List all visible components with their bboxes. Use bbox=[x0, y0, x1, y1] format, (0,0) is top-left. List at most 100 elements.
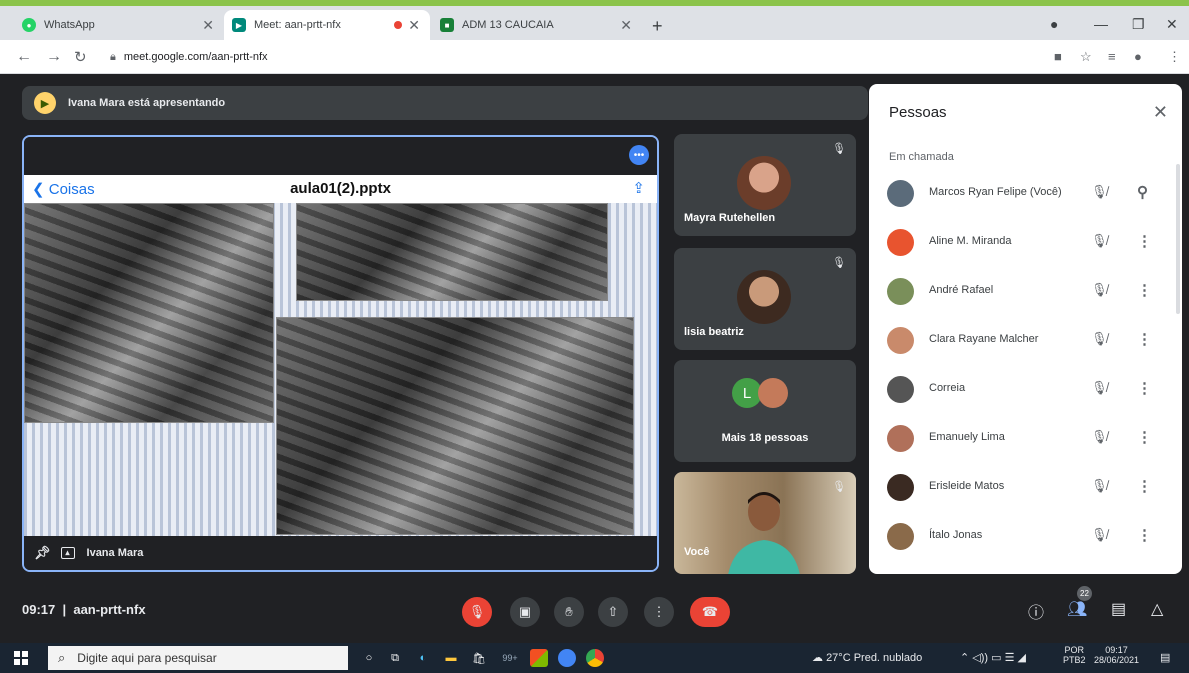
search-placeholder: Digite aqui para pesquisar bbox=[77, 651, 217, 665]
mic-off-icon[interactable]: 🎙︎̸ bbox=[1091, 527, 1108, 543]
browser-menu-icon[interactable]: ⋮ bbox=[1168, 49, 1181, 65]
leave-call-button[interactable]: ☎︎ bbox=[690, 597, 730, 627]
restore-icon[interactable]: ❐ bbox=[1132, 16, 1145, 33]
more-options-icon[interactable]: ⋮ bbox=[1137, 428, 1152, 446]
slide-content bbox=[24, 203, 657, 538]
cortana-icon[interactable]: ○ bbox=[360, 649, 378, 667]
search-icon: ⌕ bbox=[58, 650, 66, 665]
windows-taskbar: ⌕ Digite aqui para pesquisar ○ ⧉ ◐ ▬ 🛍︎ … bbox=[0, 643, 1189, 673]
more-people-tile[interactable]: L Mais 18 pessoas bbox=[674, 360, 856, 462]
participant-row[interactable]: Aline M. Miranda 🎙︎̸ ⋮ bbox=[869, 219, 1182, 267]
participant-row[interactable]: Ítalo Jonas 🎙︎̸ ⋮ bbox=[869, 513, 1182, 561]
close-tab-icon[interactable]: ✕ bbox=[408, 17, 420, 34]
more-people-label: Mais 18 pessoas bbox=[721, 432, 809, 444]
more-options-icon[interactable]: ⋮ bbox=[1137, 281, 1152, 299]
mic-toggle-button[interactable]: 🎙︎ bbox=[462, 597, 492, 627]
more-options-icon[interactable]: ⋮ bbox=[1137, 379, 1152, 397]
edge-icon[interactable]: ◐ bbox=[414, 649, 432, 667]
windows-start-icon[interactable] bbox=[14, 651, 28, 665]
minimize-icon[interactable]: — bbox=[1094, 16, 1108, 32]
participant-tile-mayra[interactable]: 🎙︎ Mayra Rutehellen bbox=[674, 134, 856, 236]
participant-row[interactable]: Marcos Ryan Felipe (Você) 🎙︎̸ ⚲ bbox=[869, 170, 1182, 218]
forward-arrow-icon[interactable]: → bbox=[46, 48, 62, 66]
more-options-icon[interactable]: ⋮ bbox=[1137, 526, 1152, 544]
url-field[interactable]: 🔒︎ meet.google.com/aan-prtt-nfx bbox=[110, 51, 268, 64]
task-view-icon[interactable]: ⧉ bbox=[386, 649, 404, 667]
close-tab-icon[interactable]: ✕ bbox=[202, 17, 214, 34]
mic-off-icon[interactable]: 🎙︎̸ bbox=[1091, 282, 1108, 298]
presenting-text: Ivana Mara está apresentando bbox=[68, 97, 226, 109]
mic-off-icon[interactable]: 🎙︎̸ bbox=[1091, 380, 1108, 396]
participant-row[interactable]: André Rafael 🎙︎̸ ⋮ bbox=[869, 268, 1182, 316]
system-tray-icons[interactable]: ⌃ ◁)) ▭ ☰ ◢ bbox=[960, 651, 1026, 664]
meet-controls-bar: 09:17 | aan-prtt-nfx 🎙︎ ▣ ✋︎ ⇧ ⋮ ☎︎ ⓘ 👥︎… bbox=[0, 585, 1189, 637]
close-tab-icon[interactable]: ✕ bbox=[620, 17, 632, 34]
tab-title: Meet: aan-prtt-nfx bbox=[254, 19, 341, 31]
clock-date[interactable]: 09:17 28/06/2021 bbox=[1094, 645, 1139, 665]
profile-icon[interactable]: ● bbox=[1050, 16, 1058, 32]
reload-icon[interactable]: ↻ bbox=[74, 48, 87, 66]
participant-name: Aline M. Miranda bbox=[929, 235, 1012, 247]
weather-widget[interactable]: ☁︎ 27°C Pred. nublado bbox=[812, 651, 922, 664]
participant-name: Mayra Rutehellen bbox=[684, 212, 776, 224]
more-options-icon[interactable]: ⋮ bbox=[1137, 477, 1152, 495]
meeting-details-icon[interactable]: ⓘ bbox=[1028, 599, 1044, 623]
raise-hand-button[interactable]: ✋︎ bbox=[554, 597, 584, 627]
camera-icon[interactable]: ■ bbox=[1054, 49, 1062, 64]
avatar bbox=[887, 425, 914, 452]
meet-icon: ▶ bbox=[232, 18, 246, 32]
avatar bbox=[737, 156, 791, 210]
participant-name: lisia beatriz bbox=[684, 326, 744, 338]
presenting-banner: ▶ Ivana Mara está apresentando bbox=[22, 86, 868, 120]
language-indicator[interactable]: POR PTB2 bbox=[1063, 645, 1086, 665]
present-now-button[interactable]: ⇧ bbox=[598, 597, 628, 627]
meet-area: ▶ Ivana Mara está apresentando ••• ❮ Coi… bbox=[0, 74, 1189, 637]
participant-row[interactable]: Emanuely Lima 🎙︎̸ ⋮ bbox=[869, 415, 1182, 463]
tab-adm[interactable]: ■ ADM 13 CAUCAIA ✕ bbox=[432, 10, 642, 40]
more-options-icon[interactable]: ⋮ bbox=[1137, 232, 1152, 250]
camera-toggle-button[interactable]: ▣ bbox=[510, 597, 540, 627]
chrome-icon[interactable] bbox=[586, 649, 604, 667]
mic-off-icon[interactable]: 🎙︎̸ bbox=[1091, 184, 1108, 200]
mic-off-icon[interactable]: 🎙︎̸ bbox=[1091, 429, 1108, 445]
participant-row[interactable]: Clara Rayane Malcher 🎙︎̸ ⋮ bbox=[869, 317, 1182, 365]
close-panel-icon[interactable]: ✕ bbox=[1153, 102, 1168, 123]
people-icon[interactable]: 👥︎ bbox=[1067, 599, 1087, 619]
tab-whatsapp[interactable]: ● WhatsApp ✕ bbox=[14, 10, 224, 40]
self-person-figure bbox=[728, 492, 800, 574]
mic-off-icon[interactable]: 🎙︎̸ bbox=[1091, 478, 1108, 494]
participant-name: Emanuely Lima bbox=[929, 431, 1005, 443]
pin-icon[interactable]: ⚲ bbox=[1137, 183, 1148, 201]
participant-row[interactable]: Correia 🎙︎̸ ⋮ bbox=[869, 366, 1182, 414]
reading-list-icon[interactable]: ≡ bbox=[1108, 49, 1116, 64]
mic-off-icon[interactable]: 🎙︎̸ bbox=[1091, 233, 1108, 249]
participant-row[interactable]: Erisleide Matos 🎙︎̸ ⋮ bbox=[869, 464, 1182, 512]
notifications-icon[interactable]: ▤ bbox=[1160, 651, 1170, 664]
more-options-icon[interactable]: ⋮ bbox=[1137, 330, 1152, 348]
bookmark-star-icon[interactable]: ☆ bbox=[1080, 49, 1092, 65]
mic-off-icon[interactable]: 🎙︎̸ bbox=[1091, 331, 1108, 347]
office-icon[interactable] bbox=[530, 649, 548, 667]
pin-icon[interactable]: 📌︎ bbox=[34, 545, 51, 561]
share-icon[interactable]: ⇪ bbox=[632, 179, 645, 197]
tab-meet[interactable]: ▶ Meet: aan-prtt-nfx ✕ bbox=[224, 10, 430, 40]
more-options-icon[interactable]: ••• bbox=[629, 145, 649, 165]
participant-tile-lisia[interactable]: 🎙︎ lisia beatriz bbox=[674, 248, 856, 350]
taskbar-search-box[interactable]: ⌕ Digite aqui para pesquisar bbox=[48, 646, 348, 670]
new-tab-button[interactable]: + bbox=[652, 16, 663, 37]
factory-photo-bottom bbox=[276, 317, 634, 535]
back-arrow-icon[interactable]: ← bbox=[16, 48, 32, 66]
mail-icon[interactable]: 99+ bbox=[496, 649, 524, 667]
avatar bbox=[887, 229, 914, 256]
app-icon[interactable] bbox=[558, 649, 576, 667]
extension-icon[interactable]: ● bbox=[1134, 49, 1142, 64]
store-icon[interactable]: 🛍︎ bbox=[470, 649, 488, 667]
file-explorer-icon[interactable]: ▬ bbox=[442, 649, 460, 667]
presentation-tile[interactable]: ••• ❮ Coisas aula01(2).pptx ⇪ 📌︎ ▴ Ivana… bbox=[22, 135, 659, 572]
activities-icon[interactable]: △ bbox=[1151, 599, 1163, 619]
factory-photo-left bbox=[24, 203, 274, 423]
close-window-icon[interactable]: ✕ bbox=[1166, 16, 1178, 33]
chat-icon[interactable]: ▤ bbox=[1111, 599, 1126, 619]
self-view-tile[interactable]: 🎙︎ Você bbox=[674, 472, 856, 574]
more-options-button[interactable]: ⋮ bbox=[644, 597, 674, 627]
